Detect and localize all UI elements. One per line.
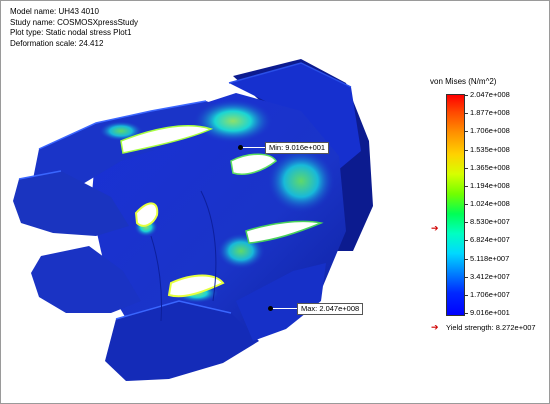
legend-tick-label: 6.824e+007 — [470, 235, 510, 244]
legend-tick-mark — [464, 150, 468, 151]
legend-tick-label: 1.194e+008 — [470, 181, 510, 190]
legend-tick-mark — [464, 113, 468, 114]
legend-tick-mark — [464, 186, 468, 187]
legend-tick-mark — [464, 277, 468, 278]
legend-tick-label: 9.016e+001 — [470, 308, 510, 317]
red-arrow-icon: ➔ — [431, 223, 439, 233]
legend-tick-label: 5.118e+007 — [470, 254, 510, 263]
legend-tick-label: 8.530e+007 — [470, 217, 510, 226]
legend-tick-mark — [464, 222, 468, 223]
legend-tick-label: 1.365e+008 — [470, 163, 510, 172]
legend-tick-mark — [464, 295, 468, 296]
max-marker — [268, 306, 273, 311]
legend-tick-mark — [464, 131, 468, 132]
min-leader-line — [241, 147, 265, 148]
stress-plot-model[interactable] — [1, 1, 550, 404]
legend-tick-label: 1.024e+008 — [470, 199, 510, 208]
legend-tick-mark — [464, 240, 468, 241]
red-arrow-icon: ➔ — [431, 322, 439, 332]
legend-tick-mark — [464, 259, 468, 260]
legend-tick-mark — [464, 95, 468, 96]
legend-tick-mark — [464, 168, 468, 169]
max-callout: Max: 2.047e+008 — [297, 303, 364, 315]
legend-color-bar — [446, 94, 465, 316]
legend-tick-mark — [464, 204, 468, 205]
legend-tick-mark — [464, 313, 468, 314]
legend-tick-label: 1.706e+008 — [470, 126, 510, 135]
min-callout: Min: 9.016e+001 — [265, 142, 330, 154]
min-marker — [238, 145, 243, 150]
legend-tick-label: 1.877e+008 — [470, 108, 510, 117]
legend-tick-label: 1.706e+007 — [470, 290, 510, 299]
results-viewport[interactable]: Model name: UH43 4010 Study name: COSMOS… — [0, 0, 550, 404]
legend-tick-label: 2.047e+008 — [470, 90, 510, 99]
legend-tick-label: 3.412e+007 — [470, 272, 510, 281]
legend-title: von Mises (N/m^2) — [430, 77, 497, 86]
max-leader-line — [271, 308, 297, 309]
yield-strength-label: Yield strength: 8.272e+007 — [446, 323, 536, 332]
legend-tick-label: 1.535e+008 — [470, 145, 510, 154]
